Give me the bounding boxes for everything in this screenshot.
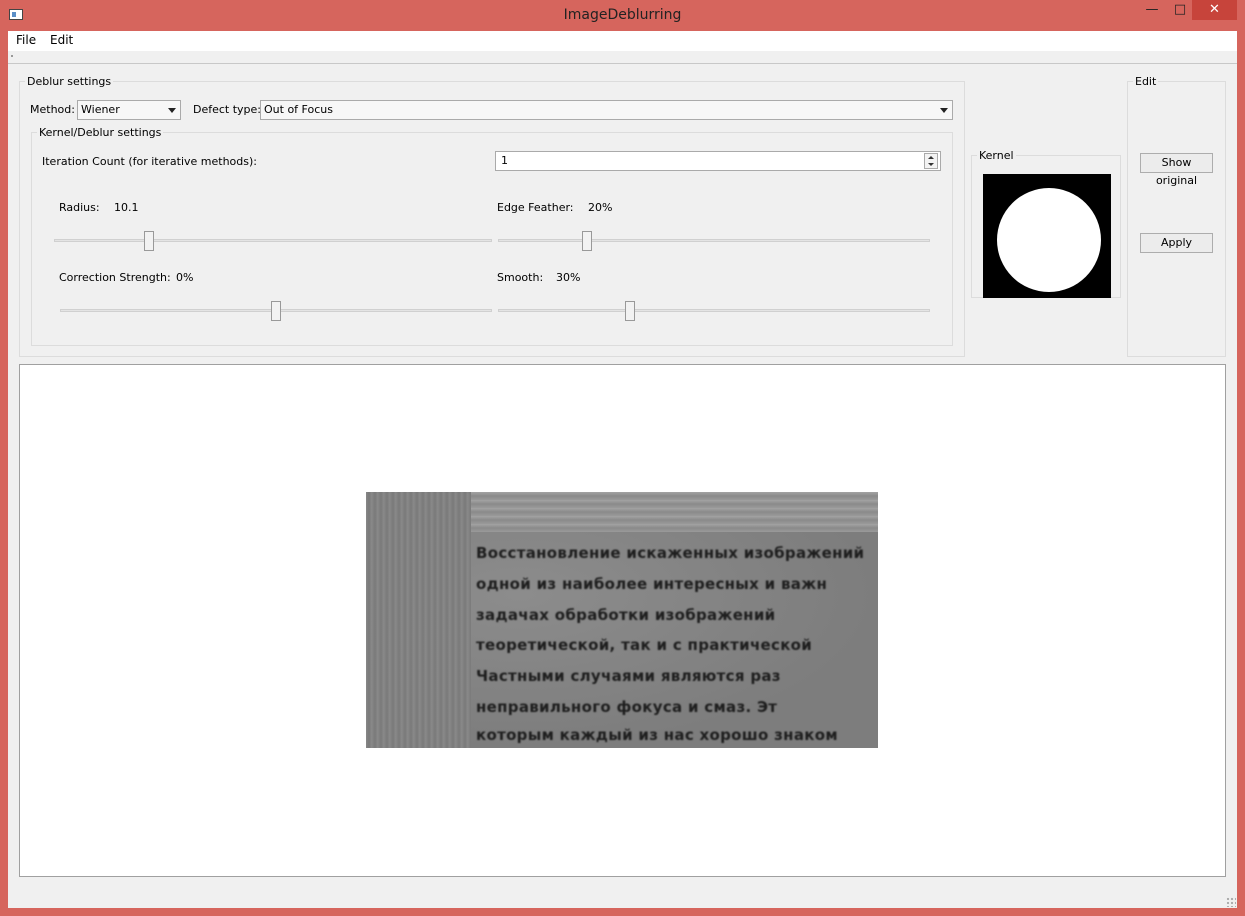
image-margin (366, 492, 471, 748)
minimize-button[interactable]: — (1139, 0, 1165, 20)
iteration-count-label: Iteration Count (for iterative methods): (42, 155, 257, 168)
edit-group (1127, 81, 1226, 357)
deblurred-image: Восстановление искаженных изображений од… (366, 492, 878, 748)
smooth-slider-handle[interactable] (624, 301, 635, 321)
defect-type-value: Out of Focus (264, 103, 333, 116)
edge-feather-slider-track[interactable] (498, 239, 930, 242)
step-up-icon[interactable] (928, 156, 934, 159)
menu-bar (8, 31, 1237, 51)
method-select[interactable]: Wiener (77, 100, 181, 120)
radius-slider-track[interactable] (54, 239, 492, 242)
iteration-count-input[interactable]: 1 (495, 151, 941, 171)
smooth-slider-track[interactable] (498, 309, 930, 312)
iteration-count-value: 1 (501, 154, 508, 167)
iteration-stepper[interactable] (924, 153, 938, 169)
image-text-line: Частными случаями являются раз (476, 667, 781, 685)
chevron-down-icon (940, 108, 948, 113)
edit-title: Edit (1133, 75, 1159, 88)
edge-feather-value: 20% (588, 201, 613, 214)
kernel-preview (983, 174, 1111, 298)
edge-feather-label: Edge Feather: (497, 201, 574, 214)
menu-edit[interactable]: Edit (50, 33, 73, 47)
window-title: ImageDeblurring (563, 7, 682, 23)
correction-strength-value: 0% (176, 271, 194, 284)
toolbar-grip[interactable] (11, 55, 13, 57)
step-down-icon[interactable] (928, 163, 934, 166)
correction-strength-slider-handle[interactable] (271, 301, 281, 321)
kernel-title: Kernel (977, 149, 1016, 162)
image-text-line: которым каждый из нас хорошо знаком (476, 726, 838, 744)
image-text-line: теоретической, так и с практической (476, 636, 813, 654)
apply-button[interactable]: Apply (1140, 233, 1213, 253)
correction-strength-label: Correction Strength: (59, 271, 171, 284)
radius-label: Radius: (59, 201, 100, 214)
image-text-line: неправильного фокуса и смаз. Эт (476, 698, 778, 716)
chevron-down-icon (168, 108, 176, 113)
method-value: Wiener (81, 103, 120, 116)
deblur-settings-title: Deblur settings (25, 75, 114, 88)
method-label: Method: (30, 103, 75, 116)
kernel-deblur-settings-title: Kernel/Deblur settings (37, 126, 164, 139)
defect-type-select[interactable]: Out of Focus (260, 100, 953, 120)
menu-file[interactable]: File (16, 33, 36, 47)
defect-type-label: Defect type: (193, 103, 262, 116)
resize-grip[interactable] (1226, 897, 1236, 907)
show-original-button[interactable]: Show original (1140, 153, 1213, 187)
kernel-disc (997, 188, 1101, 292)
smooth-value: 30% (556, 271, 581, 284)
maximize-button[interactable]: □ (1167, 0, 1193, 20)
toolbar-separator (8, 63, 1237, 64)
radius-value: 10.1 (114, 201, 139, 214)
image-text-line: Восстановление искаженных изображений (476, 544, 865, 562)
image-text-line: задачах обработки изображений (476, 606, 776, 624)
image-ripple-bands (471, 492, 878, 532)
edge-feather-slider-handle[interactable] (582, 231, 593, 251)
radius-slider-handle[interactable] (143, 231, 154, 251)
smooth-label: Smooth: (497, 271, 544, 284)
image-text-line: одной из наиболее интересных и важн (476, 575, 828, 593)
close-button[interactable]: ✕ (1192, 0, 1237, 20)
